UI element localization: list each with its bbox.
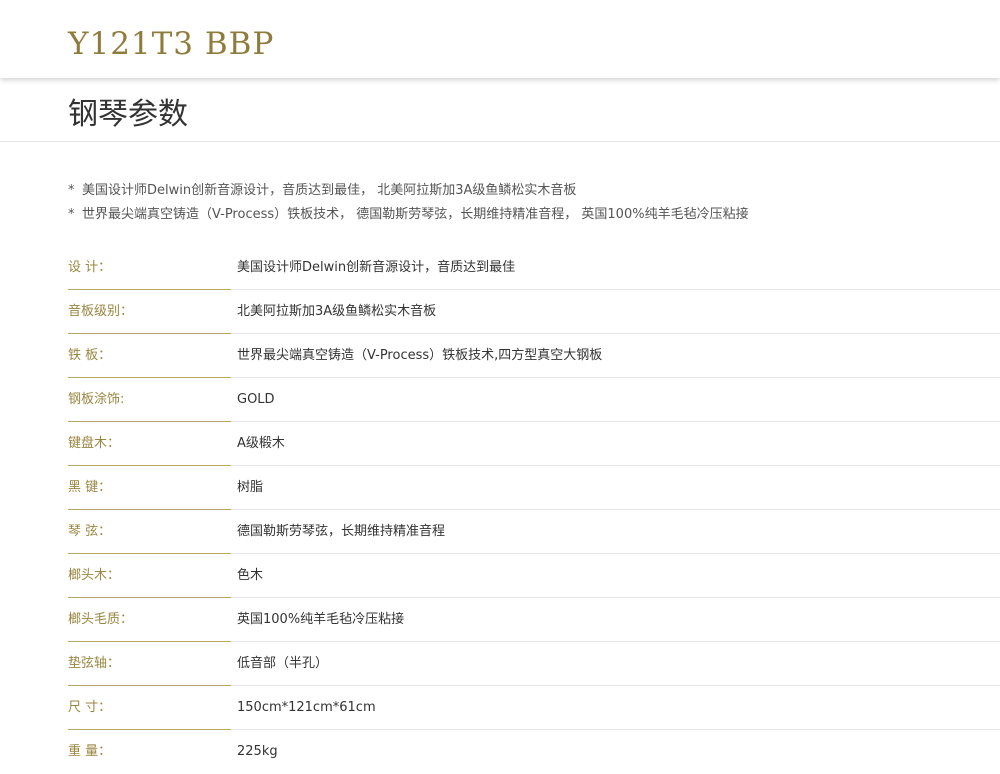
spec-row: 琴 弦： 德国勒斯劳琴弦，长期维持精准音程 <box>0 510 1000 554</box>
spec-label: 音板级别： <box>68 304 134 319</box>
spec-value: 225kg <box>237 744 278 759</box>
spec-row: 榔头木： 色木 <box>0 554 1000 598</box>
spec-row: 音板级别： 北美阿拉斯加3A级鱼鳞松实木音板 <box>0 290 1000 334</box>
spec-label: 榔头木： <box>68 568 121 583</box>
note-bullet: * <box>68 207 75 222</box>
spec-value: A级椴木 <box>237 436 285 451</box>
spec-value: 北美阿拉斯加3A级鱼鳞松实木音板 <box>237 304 437 319</box>
section-title: 钢琴参数 <box>68 97 188 132</box>
model-title: Y121T3 BBP <box>68 26 275 62</box>
spec-label: 钢板涂饰: <box>68 392 125 407</box>
spec-row: 黑 键： 树脂 <box>0 466 1000 510</box>
spec-value: 美国设计师Delwin创新音源设计，音质达到最佳 <box>237 260 516 275</box>
spec-row: 垫弦轴： 低音部（半孔） <box>0 642 1000 686</box>
feature-note: * 世界最尖端真空铸造（V-Process）铁板技术， 德国勒斯劳琴弦，长期维持精… <box>68 203 749 227</box>
spec-value: 树脂 <box>237 480 264 495</box>
spec-label: 榔头毛质： <box>68 612 134 627</box>
spec-value: 世界最尖端真空铸造（V-Process）铁板技术,四方型真空大钢板 <box>237 348 603 363</box>
spec-value: 英国100%纯羊毛毡冷压粘接 <box>237 612 405 627</box>
spec-label: 铁 板： <box>68 348 112 363</box>
spec-row: 键盘木： A级椴木 <box>0 422 1000 466</box>
feature-notes: * 美国设计师Delwin创新音源设计，音质达到最佳， 北美阿拉斯加3A级鱼鳞松实… <box>68 179 749 227</box>
spec-row: 榔头毛质： 英国100%纯羊毛毡冷压粘接 <box>0 598 1000 642</box>
spec-value: GOLD <box>237 392 275 407</box>
spec-label: 黑 键： <box>68 480 112 495</box>
spec-label: 重 量： <box>68 744 112 759</box>
note-text: 世界最尖端真空铸造（V-Process）铁板技术， 德国勒斯劳琴弦，长期维持精准… <box>82 207 749 222</box>
feature-note: * 美国设计师Delwin创新音源设计，音质达到最佳， 北美阿拉斯加3A级鱼鳞松实… <box>68 179 749 203</box>
spec-row: 铁 板： 世界最尖端真空铸造（V-Process）铁板技术,四方型真空大钢板 <box>0 334 1000 378</box>
page-header: Y121T3 BBP <box>0 0 1000 78</box>
spec-row: 重 量： 225kg <box>0 730 1000 774</box>
spec-value: 色木 <box>237 568 264 583</box>
spec-value: 德国勒斯劳琴弦，长期维持精准音程 <box>237 524 446 539</box>
spec-label: 垫弦轴： <box>68 656 121 671</box>
spec-value: 低音部（半孔） <box>237 656 329 671</box>
spec-row: 尺 寸： 150cm*121cm*61cm <box>0 686 1000 730</box>
spec-label: 尺 寸： <box>68 700 112 715</box>
spec-label: 琴 弦： <box>68 524 112 539</box>
spec-label: 设 计： <box>68 260 112 275</box>
section-header: 钢琴参数 <box>0 78 1000 142</box>
note-text: 美国设计师Delwin创新音源设计，音质达到最佳， 北美阿拉斯加3A级鱼鳞松实木… <box>82 183 577 198</box>
spec-row: 设 计： 美国设计师Delwin创新音源设计，音质达到最佳 <box>0 246 1000 290</box>
spec-value: 150cm*121cm*61cm <box>237 700 376 715</box>
spec-row: 钢板涂饰: GOLD <box>0 378 1000 422</box>
spec-label: 键盘木： <box>68 436 121 451</box>
note-bullet: * <box>68 183 75 198</box>
spec-table: 设 计： 美国设计师Delwin创新音源设计，音质达到最佳 音板级别： 北美阿拉… <box>0 246 1000 774</box>
